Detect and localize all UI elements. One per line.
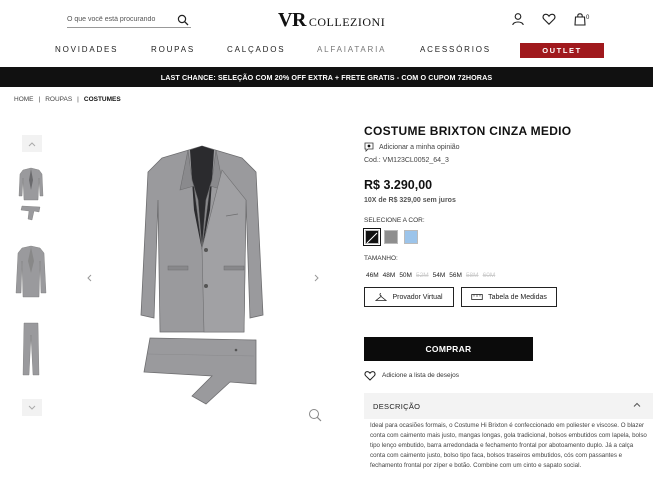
chevron-up-icon bbox=[633, 402, 641, 407]
cart-count: 0 bbox=[586, 15, 590, 21]
buy-button[interactable]: COMPRAR bbox=[364, 337, 533, 361]
color-swatch-gray[interactable] bbox=[384, 230, 398, 244]
breadcrumb-home[interactable]: HOME bbox=[14, 96, 34, 103]
description-accordion-header[interactable]: DESCRIÇÃO bbox=[364, 393, 653, 419]
breadcrumb-roupas[interactable]: ROUPAS bbox=[45, 96, 72, 103]
product-code: Cod.: VM123CL0052_64_3 bbox=[364, 157, 449, 164]
nav-calcados[interactable]: CALÇADOS bbox=[227, 45, 285, 54]
chevron-up-icon bbox=[28, 141, 36, 146]
thumbnail-trousers[interactable] bbox=[14, 321, 48, 377]
heart-icon[interactable] bbox=[542, 12, 556, 26]
search-input[interactable] bbox=[67, 15, 175, 23]
color-label: SELECIONE A COR: bbox=[364, 217, 425, 224]
size-chart-button[interactable]: Tabela de Medidas bbox=[461, 287, 557, 307]
thumb-up-button[interactable] bbox=[22, 135, 42, 152]
product-main-image[interactable] bbox=[132, 140, 272, 410]
size-label: TAMANHO: bbox=[364, 255, 398, 262]
logo-vr: VR bbox=[278, 9, 306, 31]
prev-image-arrow[interactable] bbox=[86, 270, 94, 282]
nav-roupas[interactable]: ROUPAS bbox=[151, 45, 195, 54]
review-icon bbox=[364, 142, 374, 152]
nav-acessorios[interactable]: ACESSÓRIOS bbox=[420, 45, 491, 54]
size-option-58m: 58M bbox=[465, 271, 479, 279]
shopping-bag-icon[interactable] bbox=[573, 12, 587, 26]
chevron-down-icon bbox=[28, 405, 36, 410]
add-review-link[interactable]: Adicionar a minha opinião bbox=[364, 142, 460, 152]
wishlist-label: Adicione a lista de desejos bbox=[382, 372, 459, 379]
add-to-wishlist-link[interactable]: Adicione a lista de desejos bbox=[364, 370, 459, 381]
thumbnail-blazer[interactable] bbox=[14, 243, 48, 299]
size-option-54m[interactable]: 54M bbox=[431, 270, 448, 280]
product-title: COSTUME BRIXTON CINZA MEDIO bbox=[364, 124, 572, 138]
zoom-icon[interactable] bbox=[308, 408, 322, 422]
chevron-left-icon bbox=[87, 274, 92, 282]
color-swatch-black[interactable] bbox=[363, 228, 381, 246]
brand-logo[interactable]: VR COLLEZIONI bbox=[278, 9, 385, 32]
description-label: DESCRIÇÃO bbox=[373, 401, 421, 411]
size-option-56m[interactable]: 56M bbox=[447, 270, 464, 280]
promo-banner[interactable]: LAST CHANCE: SELEÇÃO COM 20% OFF EXTRA +… bbox=[0, 67, 653, 87]
next-image-arrow[interactable] bbox=[312, 270, 320, 282]
size-option-48m[interactable]: 48M bbox=[381, 270, 398, 280]
add-review-label: Adicionar a minha opinião bbox=[379, 143, 460, 151]
search-box[interactable] bbox=[67, 11, 191, 28]
logo-name: COLLEZIONI bbox=[308, 15, 386, 29]
size-option-52m: 52M bbox=[415, 271, 429, 279]
color-swatch-light-blue[interactable] bbox=[404, 230, 418, 244]
user-icon[interactable] bbox=[511, 12, 525, 26]
chevron-right-icon bbox=[314, 274, 319, 282]
thumbnail-suit-full[interactable] bbox=[14, 166, 48, 222]
nav-alfaiataria[interactable]: ALFAIATARIA bbox=[317, 45, 386, 54]
size-option-60m: 60M bbox=[482, 271, 496, 279]
breadcrumb-separator: | bbox=[38, 96, 41, 103]
size-selector: 46M 48M 50M 52M 54M 56M 58M 60M bbox=[364, 270, 497, 280]
nav-outlet-button[interactable]: OUTLET bbox=[520, 43, 604, 58]
size-option-50m[interactable]: 50M bbox=[397, 270, 414, 280]
size-chart-label: Tabela de Medidas bbox=[488, 293, 547, 301]
size-option-46m[interactable]: 46M bbox=[364, 270, 381, 280]
heart-icon bbox=[364, 371, 376, 381]
installments-text: 10X de R$ 329,00 sem juros bbox=[364, 197, 456, 204]
search-icon[interactable] bbox=[177, 13, 189, 26]
breadcrumb-current: COSTUMES bbox=[83, 96, 121, 103]
hanger-icon bbox=[375, 293, 388, 301]
virtual-fitter-label: Provador Virtual bbox=[392, 293, 443, 301]
description-text: Ideal para ocasiões formais, o Costume H… bbox=[370, 422, 647, 469]
breadcrumb-separator: | bbox=[77, 96, 79, 103]
product-price: R$ 3.290,00 bbox=[364, 178, 433, 192]
nav-novidades[interactable]: NOVIDADES bbox=[55, 45, 118, 54]
thumb-down-button[interactable] bbox=[22, 399, 42, 416]
virtual-fitter-button[interactable]: Provador Virtual bbox=[364, 287, 454, 307]
ruler-icon bbox=[471, 294, 483, 300]
breadcrumb: HOME | ROUPAS | COSTUMES bbox=[14, 96, 121, 103]
